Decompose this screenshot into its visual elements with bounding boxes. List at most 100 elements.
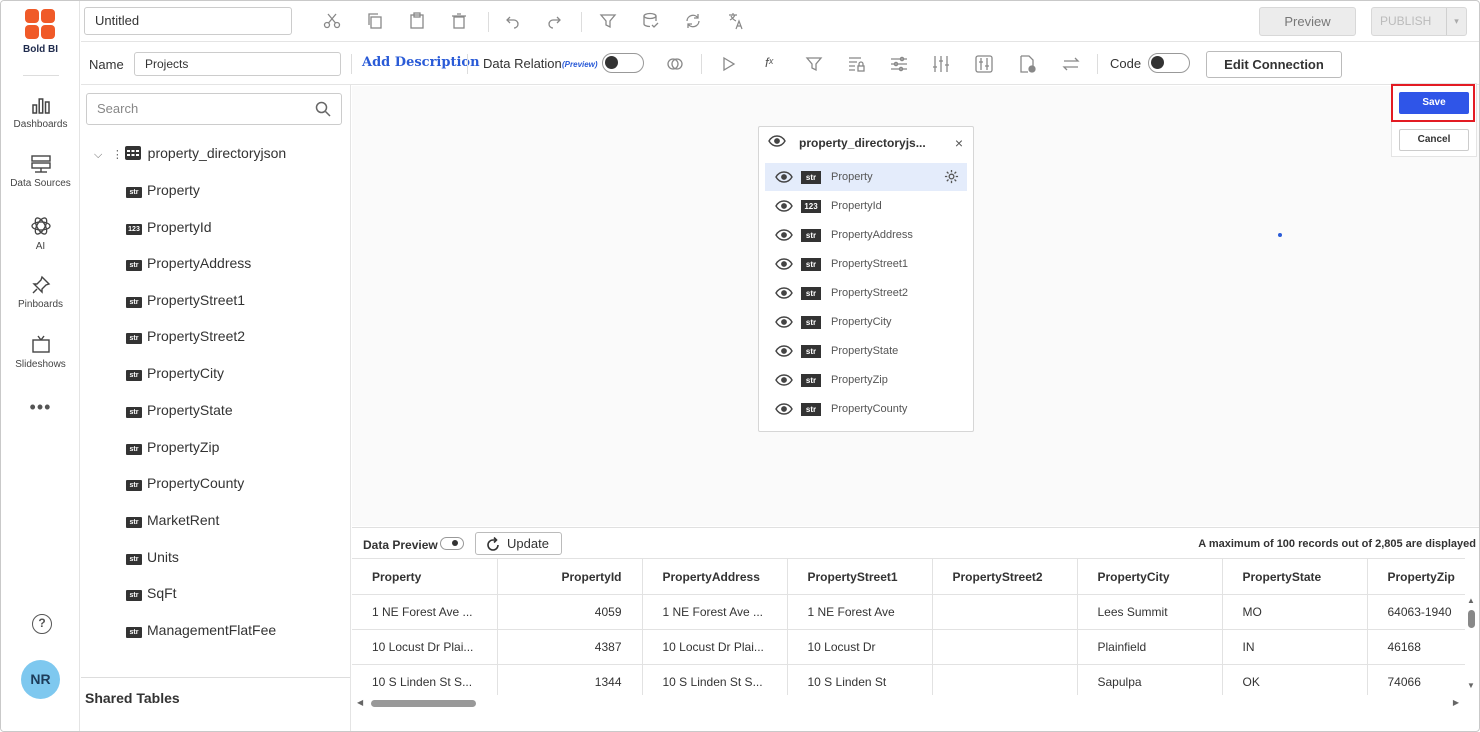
field-item[interactable]: 123 PropertyId	[126, 218, 212, 236]
nav-item-pinboards[interactable]: Pinboards	[1, 275, 80, 310]
card-column-row[interactable]: str PropertyAddress	[765, 221, 967, 249]
help-icon[interactable]: ?	[32, 614, 52, 634]
card-column-row[interactable]: str Property	[765, 163, 967, 191]
more-icon[interactable]: •••	[1, 397, 80, 418]
cancel-button[interactable]: Cancel	[1399, 129, 1469, 151]
field-item[interactable]: str PropertyCity	[126, 364, 224, 382]
design-canvas[interactable]: property_directoryjs... × str Property 1…	[352, 86, 1479, 526]
search-icon[interactable]	[315, 101, 331, 117]
column-header[interactable]: PropertyState	[1222, 558, 1368, 595]
list-lock-icon[interactable]	[847, 55, 865, 73]
column-header[interactable]: PropertyStreet2	[932, 558, 1078, 595]
join-icon[interactable]	[666, 55, 684, 73]
column-header[interactable]: PropertyZip	[1367, 558, 1465, 595]
card-column-row[interactable]: str PropertyCounty	[765, 395, 967, 423]
swap-icon[interactable]	[1062, 55, 1080, 73]
translate-icon[interactable]	[727, 12, 745, 30]
table-card-header[interactable]: property_directoryjs... ×	[759, 127, 973, 159]
cut-icon[interactable]	[323, 12, 341, 30]
delete-icon[interactable]	[450, 12, 468, 30]
filter-icon[interactable]	[805, 55, 823, 73]
vertical-scrollbar[interactable]: ▲ ▼	[1465, 594, 1479, 694]
eye-icon[interactable]	[775, 374, 793, 386]
eye-icon[interactable]	[775, 171, 793, 183]
expression-icon[interactable]: fˣ	[765, 55, 773, 70]
field-item[interactable]: str PropertyState	[126, 401, 233, 419]
tree-root-table[interactable]: ⌵ ⋮ property_directoryjson	[94, 144, 286, 164]
eye-icon[interactable]	[775, 316, 793, 328]
column-header[interactable]: PropertyStreet1	[787, 558, 933, 595]
scroll-left-icon[interactable]: ◀	[357, 698, 363, 707]
card-column-row[interactable]: str PropertyStreet1	[765, 250, 967, 278]
eye-icon[interactable]	[775, 403, 793, 415]
card-column-row[interactable]: str PropertyState	[765, 337, 967, 365]
field-item[interactable]: str MarketRent	[126, 511, 219, 529]
scroll-thumb[interactable]	[371, 700, 476, 707]
sliders-icon[interactable]	[932, 55, 950, 73]
scroll-right-icon[interactable]: ▶	[1453, 698, 1459, 707]
field-item[interactable]: str PropertyAddress	[126, 254, 251, 272]
horizontal-scrollbar[interactable]: ◀ ▶	[352, 695, 1465, 711]
eye-icon[interactable]	[768, 135, 786, 147]
field-item[interactable]: str PropertyCounty	[126, 474, 244, 492]
code-toggle[interactable]	[1148, 53, 1190, 73]
column-header[interactable]: PropertyAddress	[642, 558, 788, 595]
undo-icon[interactable]	[503, 12, 521, 30]
drag-handle-icon[interactable]: ⋮	[112, 146, 123, 164]
scroll-thumb[interactable]	[1468, 610, 1475, 628]
column-header[interactable]: Property	[352, 558, 498, 595]
scroll-down-icon[interactable]: ▼	[1467, 681, 1475, 690]
data-check-icon[interactable]	[642, 12, 660, 30]
close-icon[interactable]: ×	[955, 127, 963, 159]
eye-icon[interactable]	[775, 229, 793, 241]
column-header[interactable]: PropertyCity	[1077, 558, 1223, 595]
eye-icon[interactable]	[775, 200, 793, 212]
field-item[interactable]: str PropertyStreet1	[126, 291, 245, 309]
adjust-icon[interactable]	[890, 55, 908, 73]
chevron-down-icon[interactable]: ⌵	[94, 146, 108, 164]
card-column-row[interactable]: str PropertyStreet2	[765, 279, 967, 307]
filter-icon[interactable]	[599, 12, 617, 30]
name-input[interactable]: Projects	[134, 52, 341, 76]
eye-icon[interactable]	[775, 287, 793, 299]
copy-icon[interactable]	[366, 12, 384, 30]
column-header[interactable]: PropertyId	[497, 558, 643, 595]
field-item[interactable]: str ManagementFlatFee	[126, 621, 276, 639]
eye-icon[interactable]	[775, 345, 793, 357]
eye-icon[interactable]	[775, 258, 793, 270]
field-item[interactable]: str SqFt	[126, 584, 177, 602]
gear-icon[interactable]	[944, 169, 959, 184]
nav-item-dashboards[interactable]: Dashboards	[1, 95, 80, 130]
chevron-down-icon[interactable]: ▾	[1446, 8, 1466, 35]
edit-connection-button[interactable]: Edit Connection	[1206, 51, 1342, 78]
paste-icon[interactable]	[408, 12, 426, 30]
table-card[interactable]: property_directoryjs... × str Property 1…	[758, 126, 974, 432]
field-item[interactable]: str Property	[126, 181, 200, 199]
bold-bi-logo-icon[interactable]	[23, 7, 57, 41]
redo-icon[interactable]	[546, 12, 564, 30]
card-column-row[interactable]: str PropertyCity	[765, 308, 967, 336]
title-input[interactable]: Untitled	[84, 7, 292, 35]
nav-item-ai[interactable]: AI	[1, 215, 80, 252]
file-status-icon[interactable]	[1018, 55, 1036, 73]
update-button[interactable]: Update	[475, 532, 562, 555]
avatar[interactable]: NR	[21, 660, 60, 699]
scroll-up-icon[interactable]: ▲	[1467, 596, 1475, 605]
nav-item-data-sources[interactable]: Data Sources	[1, 154, 80, 189]
column-adjust-icon[interactable]	[975, 55, 993, 73]
card-column-row[interactable]: str PropertyZip	[765, 366, 967, 394]
field-item[interactable]: str PropertyStreet2	[126, 327, 245, 345]
data-relation-toggle[interactable]	[602, 53, 644, 73]
publish-button[interactable]: PUBLISH ▾	[1371, 7, 1467, 36]
nav-item-slideshows[interactable]: Slideshows	[1, 335, 80, 370]
search-input[interactable]: Search	[86, 93, 342, 125]
play-icon[interactable]	[719, 55, 737, 73]
data-preview-toggle[interactable]	[440, 537, 464, 550]
field-item[interactable]: str Units	[126, 548, 179, 566]
shared-tables-header[interactable]: Shared Tables	[81, 677, 350, 731]
preview-button[interactable]: Preview	[1259, 7, 1356, 36]
add-description-link[interactable]: Add Description	[362, 55, 480, 70]
card-column-row[interactable]: 123 PropertyId	[765, 192, 967, 220]
refresh-icon[interactable]	[684, 12, 702, 30]
field-item[interactable]: str PropertyZip	[126, 438, 219, 456]
